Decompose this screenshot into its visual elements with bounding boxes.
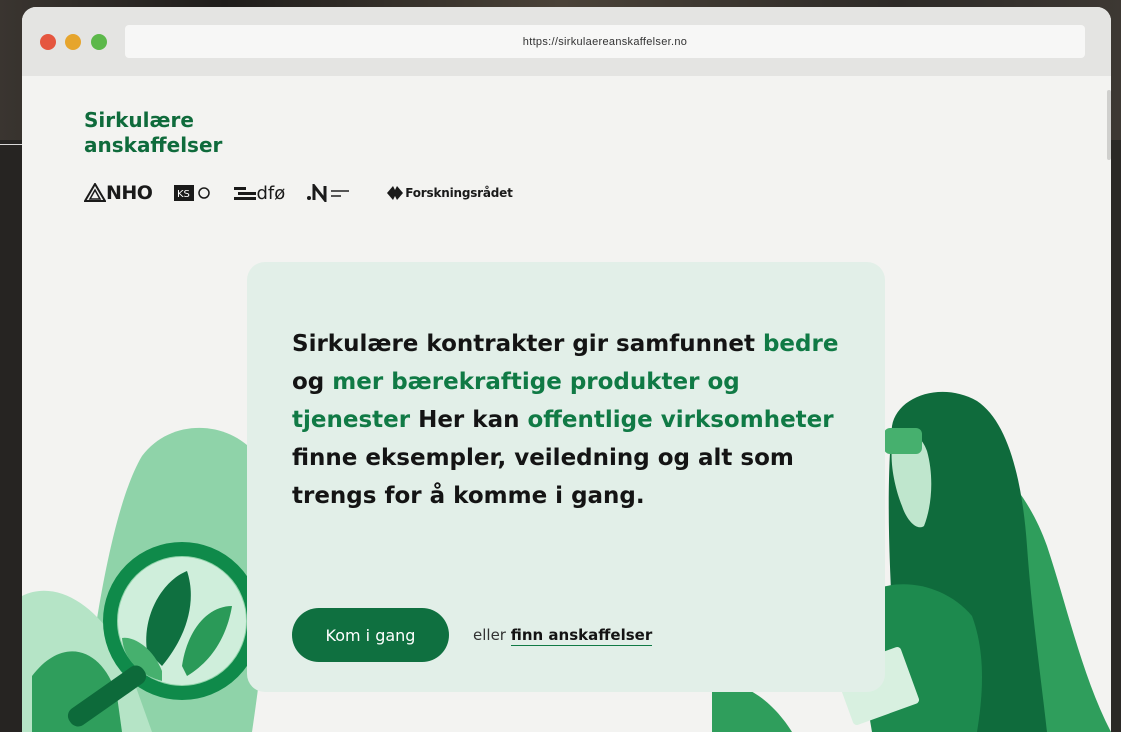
address-bar[interactable]: https://sirkulaereanskaffelser.no xyxy=(125,25,1085,58)
web-page: Sirkulære anskaffelser NHO KS dfø Forskn… xyxy=(22,76,1111,732)
partner-forskningsradet: Forskningsrådet xyxy=(385,184,513,202)
find-procurements-prompt: eller finn anskaffelser xyxy=(473,626,653,646)
partner-name: dfø xyxy=(256,182,286,204)
browser-chrome: https://sirkulaereanskaffelser.no xyxy=(22,7,1111,76)
partner-dfo: dfø xyxy=(234,183,285,204)
maximize-window-button[interactable] xyxy=(91,34,107,50)
hero-headline: Sirkulære kontrakter gir samfunnet bedre… xyxy=(292,325,852,515)
partner-innovasjon-norge xyxy=(307,184,363,202)
hero-highlight-1: bedre xyxy=(762,331,839,357)
hero-text-4: finne eksempler, veiledning og alt som t… xyxy=(292,445,794,509)
innovasjon-norge-logo-icon xyxy=(307,184,350,202)
nho-logo-icon xyxy=(84,183,106,202)
close-window-button[interactable] xyxy=(40,34,56,50)
hero-card: Sirkulære kontrakter gir samfunnet bedre… xyxy=(247,262,885,692)
site-logo[interactable]: Sirkulære anskaffelser xyxy=(84,108,222,158)
hero-text-2: og xyxy=(292,369,333,395)
partner-name: Forskningsrådet xyxy=(405,186,513,200)
partner-nho: NHO xyxy=(84,182,153,204)
dfo-logo-icon xyxy=(234,187,257,200)
hero-text-3: Her kan xyxy=(410,407,528,433)
binoculars xyxy=(884,428,922,454)
get-started-button[interactable]: Kom i gang xyxy=(292,608,449,662)
logo-line-1: Sirkulære xyxy=(84,108,194,132)
partner-ks: KS xyxy=(174,185,212,201)
hero-text-1: Sirkulære kontrakter gir samfunnet xyxy=(292,331,763,357)
browser-window: https://sirkulaereanskaffelser.no Sirkul… xyxy=(22,7,1111,732)
forskningsradet-logo-icon xyxy=(387,186,404,200)
partner-logos: NHO KS dfø Forskningsrådet xyxy=(84,181,535,205)
logo-line-2: anskaffelser xyxy=(84,133,223,157)
background-photo-edge xyxy=(0,140,22,732)
ks-logo-icon: KS xyxy=(174,185,211,201)
alt-prefix: eller xyxy=(473,626,511,644)
minimize-window-button[interactable] xyxy=(65,34,81,50)
svg-text:KS: KS xyxy=(177,189,190,200)
partner-name: NHO xyxy=(106,182,153,204)
hero-highlight-3: offentlige virksomheter xyxy=(527,407,834,433)
url-text: https://sirkulaereanskaffelser.no xyxy=(522,35,688,48)
find-procurements-link[interactable]: finn anskaffelser xyxy=(510,626,653,646)
